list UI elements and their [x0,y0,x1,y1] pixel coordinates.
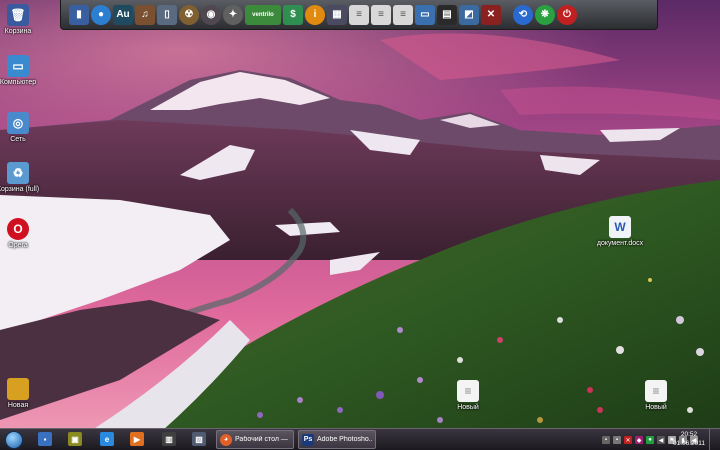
taskbar-button[interactable]: ◕ Рабочий стол — [216,430,294,449]
save-icon[interactable]: ▪ [38,432,52,446]
desktop-icon[interactable]: ◎ Сеть [0,112,38,143]
internet-explorer-icon[interactable]: e [100,432,114,446]
desktop-icon[interactable]: Wдокумент.docx [596,216,644,247]
desktop-icon[interactable]: ≡ Новый [448,380,488,411]
desktop-icon[interactable]: 🗑 Корзина [0,4,38,35]
laptop-icon[interactable]: ▭ [415,4,435,25]
desktop-icon-label: Сеть [10,136,26,143]
restart-icon[interactable]: ❋ [535,4,555,25]
globe-icon[interactable]: ● [91,4,111,25]
document-viewer-icon[interactable]: ▯ [157,4,177,25]
tools-icon[interactable]: ✕ [481,4,501,25]
desktop-icon-label: Новый [645,404,667,411]
document-icon[interactable]: ≡ [393,4,413,25]
windows-logo-icon [5,430,23,449]
desktop-icon[interactable]: ≡ Новый [636,380,676,411]
monitor-icon[interactable]: ▦ [327,4,347,25]
network-status-icon[interactable]: ▪ [613,436,621,444]
calculator-icon[interactable]: ▤ [437,4,457,25]
trash-icon: 🗑 [7,4,29,26]
radiation-icon[interactable]: ☢ [179,4,199,25]
display-settings-icon[interactable]: ◩ [459,4,479,25]
top-dock: ▮ ● Au ♫ ▯ ☢ ◉ ✦ ventrilo $ i ▦ ≡ ≡ ≡ ▭ ▤ ◩ ✕ ⟲ ❋ ⏻ [60,0,658,30]
audition-icon[interactable]: Au [113,4,133,25]
media-icon[interactable]: ▶ [130,432,144,446]
start-button[interactable] [2,430,26,449]
opera-icon: O [7,218,29,240]
folder-icon [7,378,29,400]
computer-icon[interactable]: ▮ [69,4,89,25]
desktop-icon[interactable]: ▭ Компьютер [0,55,38,86]
arrow-tray-icon[interactable]: ◀ [657,436,665,444]
ventrilo-icon[interactable]: ventrilo [245,4,281,25]
taskbar-button-label: Adobe Photosho... [317,436,372,443]
compass-icon[interactable]: ✦ [223,4,243,25]
word-document-icon: W [609,216,631,238]
document-icon[interactable]: ≡ [371,4,391,25]
taskbar: ▪ ▣ e ▶ ▥ ▧ ◕ Рабочий стол — Ps Adobe Photosho..… [0,428,720,450]
desktop-icon[interactable]: Новая [0,378,38,409]
keyboard-icon[interactable]: ▪ [602,436,610,444]
clock-time: 20:52 [680,431,698,438]
desktop-icon-label: Компьютер [0,79,37,86]
desktop-icon[interactable]: ♻ Корзина (full) [0,162,40,193]
info-icon[interactable]: i [305,4,325,25]
computer-icon: ▭ [7,55,29,77]
antivirus-icon[interactable]: ✕ [624,436,632,444]
disc-burner-icon[interactable]: ◉ [201,4,221,25]
utility-icon[interactable]: ▣ [68,432,82,446]
firefox-icon: ◕ [220,433,232,446]
film-icon[interactable]: ▥ [162,432,176,446]
desktop-icon-label: Новый [457,404,479,411]
text-file-icon: ≡ [457,380,479,402]
taskbar-button-label: Рабочий стол — [235,436,288,443]
text-file-icon: ≡ [645,380,667,402]
clock-date: 01.06.2011 [672,440,706,447]
document-icon[interactable]: ≡ [349,4,369,25]
network-tray-icon[interactable]: ▧ [192,432,206,446]
recycle-full-icon: ♻ [7,162,29,184]
app-tray-icon[interactable]: ◆ [635,436,643,444]
desktop-icon-label: Новая [7,402,29,409]
logoff-icon[interactable]: ⟲ [513,4,533,25]
money-icon[interactable]: $ [283,4,303,25]
network-icon: ◎ [7,112,29,134]
power-icon[interactable]: ⏻ [557,4,577,25]
desktop-icon-label: Opera [8,242,28,249]
shield-icon[interactable]: ● [646,436,654,444]
taskbar-button[interactable]: Ps Adobe Photosho... [298,430,376,449]
photoshop-icon: Ps [302,433,314,446]
desktop-icon-label: документ.docx [596,240,644,247]
desktop-icon-label: Корзина (full) [0,186,40,193]
desktop-icon[interactable]: O Opera [0,218,38,249]
clock[interactable]: 20:52 01.06.2011 [672,430,706,448]
media-player-icon[interactable]: ♫ [135,4,155,25]
show-desktop-button[interactable] [709,429,720,450]
desktop-icon-label: Корзина [4,28,32,35]
